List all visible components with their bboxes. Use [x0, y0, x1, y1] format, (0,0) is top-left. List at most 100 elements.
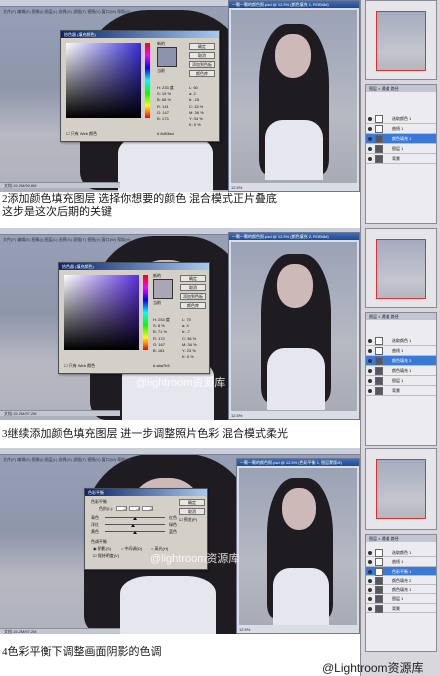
web-colors-checkbox[interactable]: ☐ 只有 Web 颜色 — [66, 131, 97, 137]
eye-icon[interactable] — [368, 606, 372, 611]
layer-row[interactable]: 选取颜色 1 — [366, 548, 436, 558]
layer-name: 曲线 1 — [392, 126, 404, 131]
c-value[interactable]: C: 15 % — [189, 104, 204, 110]
step-caption: 2添加颜色填充图层 选择你想要的颜色 混合模式正片叠底 — [2, 193, 277, 205]
navigator-thumbnail[interactable] — [376, 459, 426, 519]
add-to-swatches-button[interactable]: 添加到色板 — [180, 293, 206, 300]
color-field[interactable] — [64, 275, 139, 350]
preview-label: 预览(P) — [183, 517, 198, 522]
layer-row-selected[interactable]: 色彩平衡 1 — [366, 566, 436, 576]
ok-button[interactable]: 确定 — [180, 275, 206, 282]
document-window[interactable]: 一颗一颗的颜色照.psd @ 12.5% (颜色填充 1, RGB/8#) 12… — [228, 0, 360, 192]
eye-icon[interactable] — [368, 147, 372, 151]
slider-handle-icon[interactable] — [131, 524, 135, 527]
eye-icon[interactable] — [368, 569, 372, 574]
panel-2: 文件(F) 编辑(E) 图像(I) 图层(L) 选择(S) 滤镜(T) 视图(V… — [0, 228, 440, 448]
navigator-thumbnail[interactable] — [376, 11, 426, 71]
blue-value[interactable]: B: 173 — [157, 116, 174, 122]
preview-checkbox[interactable]: ☑ 预览(P) — [179, 517, 197, 523]
layer-row[interactable]: 曲线 1 — [366, 124, 436, 134]
layer-row[interactable]: 图层 1 — [366, 376, 436, 386]
layers-panel-header[interactable]: 图层 × 通道 路径 — [366, 535, 436, 542]
layer-row[interactable]: 颜色填充 1 — [366, 585, 436, 595]
layer-row[interactable]: 背景 — [366, 604, 436, 614]
eye-icon[interactable] — [368, 597, 372, 602]
eye-icon[interactable] — [368, 551, 372, 555]
layer-thumb-icon — [375, 377, 383, 385]
add-to-swatches-button[interactable]: 添加到色板 — [189, 61, 215, 68]
adjustment-icon — [375, 558, 383, 567]
color-libraries-button[interactable]: 颜色库 — [189, 70, 215, 77]
fill-icon — [375, 367, 383, 375]
eye-icon[interactable] — [368, 157, 372, 161]
layer-row[interactable]: 背景 — [366, 154, 436, 164]
current-label: 当前 — [157, 68, 165, 73]
eye-icon[interactable] — [368, 349, 372, 353]
keep-luminosity-checkbox[interactable]: ☑ 保持明度(V) — [93, 553, 119, 559]
k-value[interactable]: K: 0 % — [189, 122, 204, 128]
magenta-green-slider[interactable] — [105, 524, 165, 525]
panel-1: 文件(F) 编辑(E) 图像(I) 图层(L) 选择(S) 滤镜(T) 视图(V… — [0, 0, 440, 228]
layer-row[interactable]: 曲线 1 — [366, 346, 436, 356]
eye-icon[interactable] — [368, 560, 372, 565]
eye-icon[interactable] — [368, 117, 372, 121]
eye-icon[interactable] — [368, 339, 372, 343]
slider-blue-label: 蓝色 — [169, 529, 177, 534]
layer-row[interactable]: 颜色填充 2 — [366, 576, 436, 586]
hue-slider[interactable] — [145, 43, 150, 118]
hex-value[interactable]: # 8d93ad — [157, 131, 174, 136]
fill-icon — [375, 357, 383, 365]
c-value[interactable]: C: 36 % — [182, 336, 197, 342]
layer-name: 选取颜色 1 — [392, 338, 412, 343]
web-colors-checkbox[interactable]: ☐ 只有 Web 颜色 — [64, 363, 95, 369]
eye-icon[interactable] — [368, 359, 372, 363]
k-value[interactable]: K: 0 % — [182, 354, 197, 360]
document-photo — [239, 468, 357, 625]
eye-icon[interactable] — [368, 127, 372, 131]
layers-panel-header[interactable]: 图层 × 通道 路径 — [366, 313, 436, 320]
eye-icon[interactable] — [368, 588, 372, 593]
layer-row[interactable]: 选取颜色 1 — [366, 336, 436, 346]
color-field[interactable] — [66, 43, 141, 118]
eye-icon[interactable] — [368, 578, 372, 583]
slider-handle-icon[interactable] — [133, 531, 137, 534]
layers-panel-header[interactable]: 图层 × 通道 路径 — [366, 85, 436, 92]
layer-row[interactable]: 背景 — [366, 386, 436, 396]
layer-row[interactable]: 图层 1 — [366, 594, 436, 604]
layer-row[interactable]: 图层 1 — [366, 144, 436, 154]
layer-row-selected[interactable]: 颜色填充 1 — [366, 134, 436, 144]
dialog-title: 色彩平衡 — [85, 489, 207, 496]
color-libraries-button[interactable]: 颜色库 — [180, 302, 206, 309]
eye-icon[interactable] — [368, 379, 372, 383]
midtones-radio[interactable]: ○ 中间调(D) — [121, 546, 142, 552]
document-window[interactable]: 一颗一颗的颜色照.psd @ 12.5% (色彩平衡 1, 图层蒙版/8) 12… — [236, 458, 360, 634]
eye-icon[interactable] — [368, 369, 372, 373]
layer-row[interactable]: 颜色填充 1 — [366, 366, 436, 376]
hex-value[interactable]: # aba7b5 — [153, 363, 170, 368]
layer-name: 背景 — [392, 605, 400, 611]
document-window[interactable]: 一颗一颗的颜色照.psd @ 12.5% (颜色填充 2, RGB/8#) 12… — [228, 232, 360, 420]
blue-value[interactable]: B: 181 — [153, 348, 170, 354]
slider-yellow-label: 黄色 — [91, 529, 99, 534]
layer-name: 图层 1 — [392, 378, 404, 383]
layer-thumb-icon — [375, 155, 383, 163]
layer-options-bar — [366, 320, 436, 336]
navigator-thumbnail[interactable] — [376, 239, 426, 299]
eye-icon[interactable] — [368, 389, 372, 393]
cancel-button[interactable]: 取消 — [180, 284, 206, 291]
layers-panel: 图层 × 通道 路径 选取颜色 1 曲线 1 颜色填充 2 颜色填充 1 图层 … — [365, 312, 437, 446]
hue-slider[interactable] — [143, 275, 148, 350]
doc-shirt-shape — [267, 348, 325, 410]
ok-button[interactable]: 确定 — [179, 499, 205, 506]
layer-row[interactable]: 曲线 1 — [366, 557, 436, 567]
slider-handle-icon[interactable] — [133, 517, 137, 520]
shadows-radio[interactable]: ◉ 阴影(S) — [93, 546, 111, 552]
layer-row-selected[interactable]: 颜色填充 2 — [366, 356, 436, 366]
eye-icon[interactable] — [368, 137, 372, 141]
cancel-button[interactable]: 取消 — [179, 508, 205, 515]
ok-button[interactable]: 确定 — [189, 43, 215, 50]
layer-row[interactable]: 选取颜色 1 — [366, 114, 436, 124]
cancel-button[interactable]: 取消 — [189, 52, 215, 59]
navigator-panel — [365, 228, 437, 308]
tutorial-collage: 文件(F) 编辑(E) 图像(I) 图层(L) 选择(S) 滤镜(T) 视图(V… — [0, 0, 440, 676]
